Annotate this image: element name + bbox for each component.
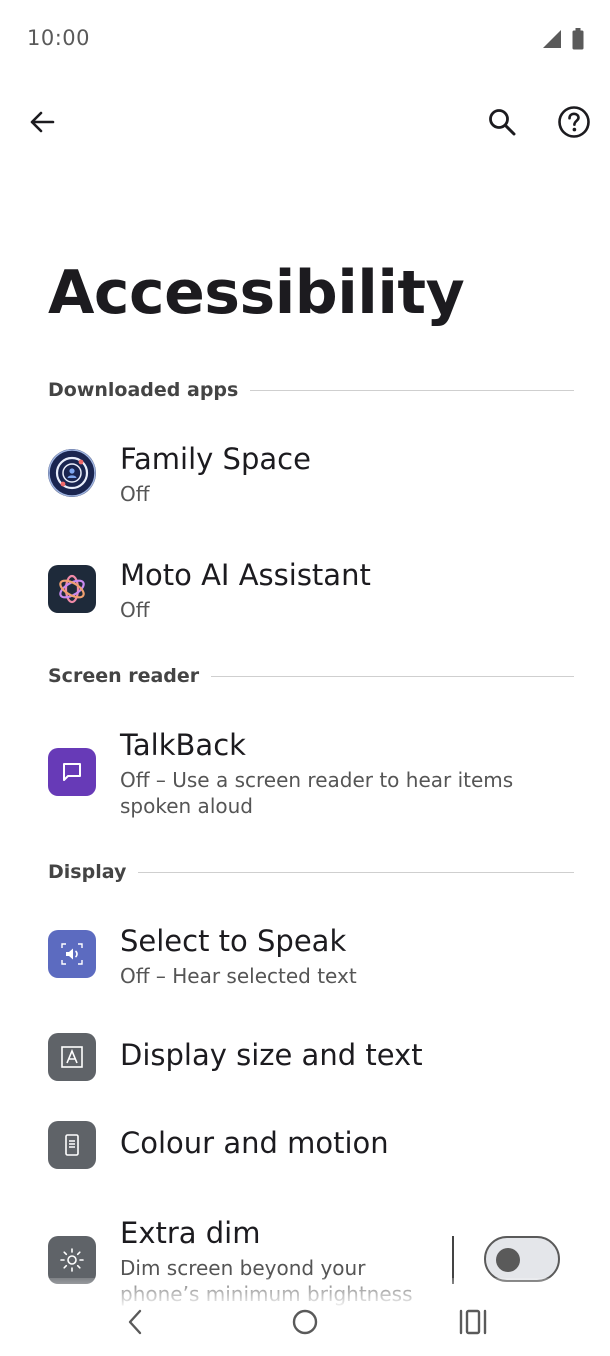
section-header-downloaded-apps: Downloaded apps xyxy=(48,376,574,404)
help-icon xyxy=(557,105,591,143)
search-button[interactable] xyxy=(478,100,526,148)
search-icon xyxy=(487,107,517,141)
setting-summary: Off – Use a screen reader to hear items … xyxy=(120,768,514,818)
text-format-icon xyxy=(48,1033,96,1081)
extra-dim-toggle[interactable] xyxy=(484,1236,560,1282)
battery-icon xyxy=(572,28,584,54)
setting-summary: Off xyxy=(120,482,150,506)
toggle-divider xyxy=(452,1236,454,1284)
setting-item-family-space[interactable]: Family Space Off xyxy=(0,430,610,520)
nav-back-button[interactable] xyxy=(114,1302,158,1346)
section-divider xyxy=(138,871,574,873)
nav-home-button[interactable] xyxy=(283,1302,327,1346)
signal-icon xyxy=(542,29,562,53)
section-header-screen-reader: Screen reader xyxy=(48,662,574,690)
setting-title: Family Space xyxy=(120,442,311,476)
section-header-display: Display xyxy=(48,858,574,886)
setting-title: Moto AI Assistant xyxy=(120,558,371,592)
nav-recents-icon xyxy=(458,1309,488,1339)
arrow-back-icon xyxy=(28,108,56,140)
section-label: Display xyxy=(48,861,127,883)
help-button[interactable] xyxy=(550,100,598,148)
nav-home-icon xyxy=(291,1308,319,1340)
status-bar: 10:00 xyxy=(0,0,610,78)
setting-title: Extra dim xyxy=(120,1216,261,1250)
family-space-icon xyxy=(48,449,96,497)
brightness-icon xyxy=(48,1236,96,1284)
setting-title: TalkBack xyxy=(120,728,246,762)
status-time: 10:00 xyxy=(27,26,91,50)
section-label: Screen reader xyxy=(48,665,200,687)
section-divider xyxy=(211,675,574,677)
section-divider xyxy=(250,389,574,391)
page-title: Accessibility xyxy=(48,258,465,328)
select-to-speak-icon xyxy=(48,930,96,978)
nav-back-icon xyxy=(124,1308,148,1340)
toggle-knob xyxy=(496,1248,520,1272)
back-button[interactable] xyxy=(18,100,66,148)
colour-motion-icon xyxy=(48,1121,96,1169)
setting-title: Display size and text xyxy=(120,1038,423,1072)
navigation-bar xyxy=(0,1296,610,1346)
setting-summary: Off xyxy=(120,598,150,622)
nav-recents-button[interactable] xyxy=(451,1302,495,1346)
status-icons xyxy=(542,28,584,54)
talkback-icon xyxy=(48,748,96,796)
setting-title: Colour and motion xyxy=(120,1126,389,1160)
section-label: Downloaded apps xyxy=(48,379,239,401)
setting-item-moto-ai-assistant[interactable]: Moto AI Assistant Off xyxy=(0,546,610,636)
setting-item-talkback[interactable]: TalkBack Off – Use a screen reader to he… xyxy=(0,716,610,826)
setting-item-display-size-and-text[interactable]: Display size and text xyxy=(0,1020,610,1096)
toolbar xyxy=(0,96,610,156)
setting-item-select-to-speak[interactable]: Select to Speak Off – Hear selected text xyxy=(0,912,610,1002)
moto-ai-icon xyxy=(48,565,96,613)
setting-summary: Off – Hear selected text xyxy=(120,964,357,988)
setting-item-colour-and-motion[interactable]: Colour and motion xyxy=(0,1108,610,1184)
setting-title: Select to Speak xyxy=(120,924,347,958)
